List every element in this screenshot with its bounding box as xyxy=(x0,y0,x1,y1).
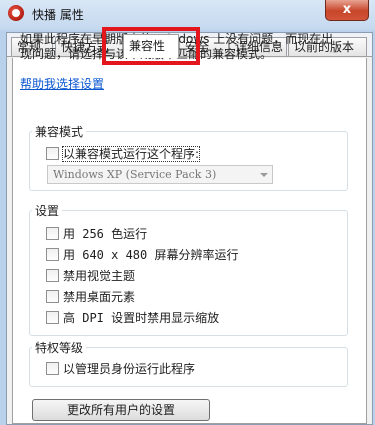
chevron-down-icon xyxy=(260,173,268,177)
compat-mode-select-value: Windows XP (Service Pack 3) xyxy=(53,168,217,181)
setting-checkbox[interactable] xyxy=(46,227,59,240)
help-link[interactable]: 帮助我选择设置 xyxy=(20,75,104,92)
setting-label: 用 256 色运行 xyxy=(63,227,148,241)
app-icon xyxy=(8,5,24,21)
setting-checkbox[interactable] xyxy=(46,311,59,324)
compat-mode-group: 兼容模式 以兼容模式运行这个程序: Windows XP (Service Pa… xyxy=(29,123,348,191)
change-settings-all-users-button[interactable]: 更改所有用户的设置 xyxy=(32,399,210,421)
settings-title: 设置 xyxy=(32,202,63,219)
settings-group: 设置 用 256 色运行 用 640 x 480 屏幕分辨率运行 禁用视觉主题 … xyxy=(29,202,348,336)
run-as-admin-label: 以管理员身份运行此程序 xyxy=(63,362,196,376)
setting-checkbox[interactable] xyxy=(46,269,59,282)
compat-mode-checkbox-row[interactable]: 以兼容模式运行这个程序: xyxy=(46,146,201,162)
close-button[interactable]: x xyxy=(325,0,369,21)
privilege-group: 特权等级 以管理员身份运行此程序 xyxy=(29,339,348,387)
compat-mode-label: 以兼容模式运行这个程序: xyxy=(61,146,201,162)
setting-row[interactable]: 禁用视觉主题 xyxy=(46,268,135,284)
setting-row[interactable]: 禁用桌面元素 xyxy=(46,289,135,305)
setting-label: 高 DPI 设置时禁用显示缩放 xyxy=(63,311,220,325)
setting-label: 禁用视觉主题 xyxy=(63,269,136,283)
privilege-title: 特权等级 xyxy=(32,339,87,356)
compat-mode-select[interactable]: Windows XP (Service Pack 3) xyxy=(47,165,273,184)
setting-row[interactable]: 用 640 x 480 屏幕分辨率运行 xyxy=(46,247,238,263)
setting-checkbox[interactable] xyxy=(46,248,59,261)
compat-mode-title: 兼容模式 xyxy=(32,123,87,140)
setting-label: 禁用桌面元素 xyxy=(63,290,136,304)
compat-mode-checkbox[interactable] xyxy=(46,147,59,160)
run-as-admin-row[interactable]: 以管理员身份运行此程序 xyxy=(46,361,195,377)
setting-row[interactable]: 高 DPI 设置时禁用显示缩放 xyxy=(46,310,219,326)
window-title: 快播 属性 xyxy=(32,8,84,22)
run-as-admin-checkbox[interactable] xyxy=(46,362,59,375)
setting-checkbox[interactable] xyxy=(46,290,59,303)
setting-label: 用 640 x 480 屏幕分辨率运行 xyxy=(63,248,239,262)
setting-row[interactable]: 用 256 色运行 xyxy=(46,226,147,242)
highlight-box xyxy=(102,27,200,65)
title-bar: 快播 属性 x xyxy=(0,0,375,30)
